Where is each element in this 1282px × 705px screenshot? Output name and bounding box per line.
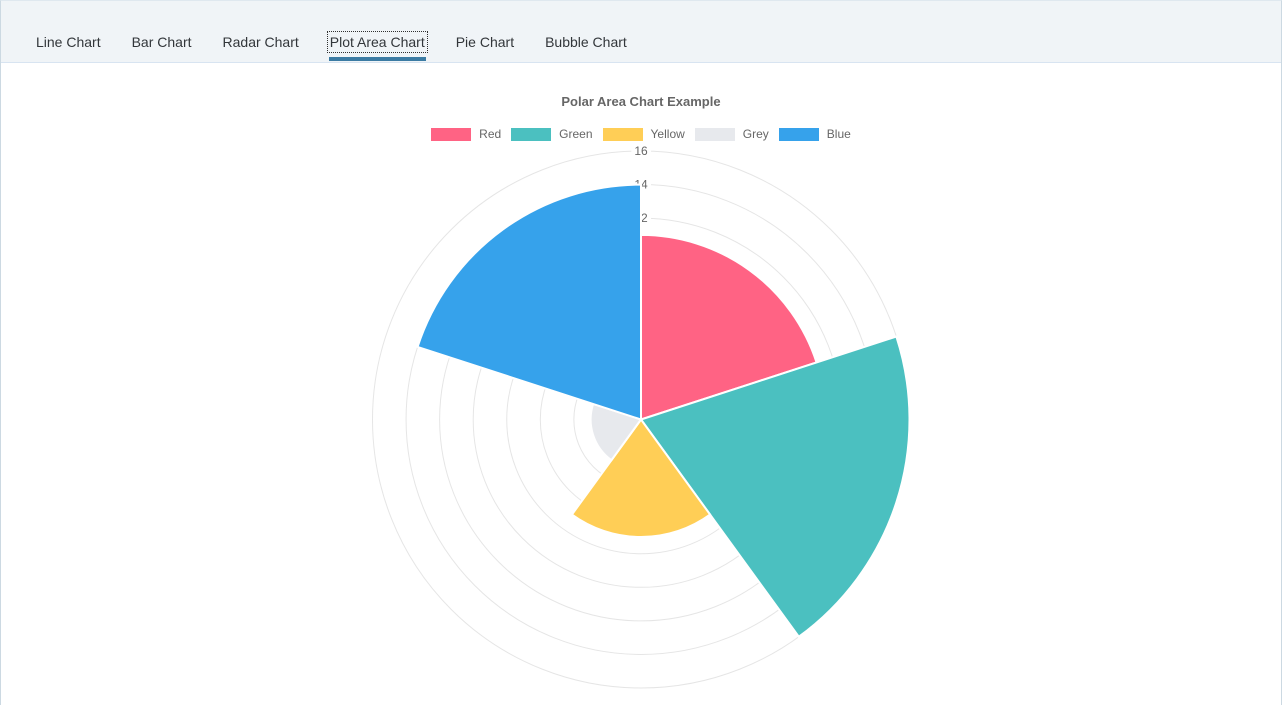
tab-radar-chart[interactable]: Radar Chart <box>223 21 299 62</box>
tab-plot-area-chart[interactable]: Plot Area Chart <box>326 21 428 62</box>
tab-bar-chart[interactable]: Bar Chart <box>132 21 192 62</box>
radial-tick-16: 16 <box>634 144 648 158</box>
tab-bubble-chart[interactable]: Bubble Chart <box>545 21 627 62</box>
app-window: Line Chart Bar Chart Radar Chart Plot Area … <box>0 0 1282 705</box>
chart-panel: Polar Area Chart Example Red Green Yellow G… <box>1 63 1281 705</box>
tab-label: Line Chart <box>36 33 101 50</box>
tab-label: Plot Area Chart <box>326 30 428 53</box>
polar-slice-blue[interactable] <box>416 183 642 421</box>
tab-line-chart[interactable]: Line Chart <box>36 21 101 62</box>
tab-pie-chart[interactable]: Pie Chart <box>456 21 514 62</box>
active-tab-underline <box>328 57 426 61</box>
tab-bar: Line Chart Bar Chart Radar Chart Plot Area … <box>1 1 1281 63</box>
tab-label: Pie Chart <box>455 33 515 50</box>
tab-label: Radar Chart <box>222 33 299 50</box>
tab-label: Bubble Chart <box>545 33 627 50</box>
tab-label: Bar Chart <box>131 33 192 50</box>
polar-area-chart: 246810121416 <box>372 143 911 689</box>
